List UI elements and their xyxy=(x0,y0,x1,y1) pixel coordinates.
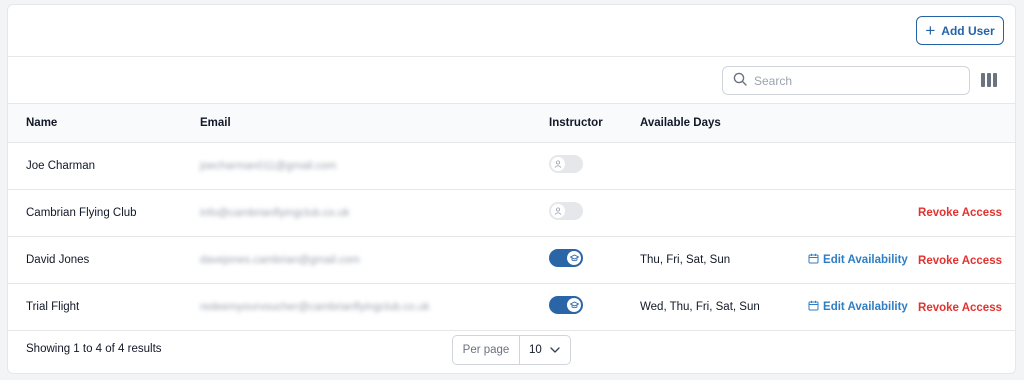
user-email: info@cambrianflyingclub.co.uk xyxy=(200,206,350,219)
user-email: davejones.cambrian@gmail.com xyxy=(200,253,360,266)
instructor-toggle[interactable] xyxy=(549,155,583,173)
column-header-instructor[interactable]: Instructor xyxy=(549,104,640,143)
revoke-access-link[interactable]: Revoke Access xyxy=(918,207,1002,219)
edit-availability-link[interactable]: Edit Availability xyxy=(808,300,908,314)
per-page-value: 10 xyxy=(529,344,542,356)
instructor-toggle[interactable] xyxy=(549,202,583,220)
column-header-name[interactable]: Name xyxy=(8,104,200,143)
table-row: Cambrian Flying Club info@cambrianflying… xyxy=(8,189,1015,236)
user-name: David Jones xyxy=(26,253,90,266)
calendar-icon xyxy=(808,253,819,267)
edit-availability-label: Edit Availability xyxy=(823,300,908,313)
user-name: Trial Flight xyxy=(26,300,80,313)
table-footer: Showing 1 to 4 of 4 results Per page 10 xyxy=(8,327,1015,373)
table-row: Joe Charman joecharman011@gmail.com xyxy=(8,142,1015,189)
chevron-down-icon xyxy=(550,344,560,356)
row-actions xyxy=(790,142,1015,189)
users-panel: + Add User Name Email Instructor Availab… xyxy=(7,4,1016,374)
user-name: Joe Charman xyxy=(26,159,96,172)
user-email: joecharman011@gmail.com xyxy=(200,159,337,172)
edit-availability-label: Edit Availability xyxy=(823,253,908,266)
add-user-button[interactable]: + Add User xyxy=(916,16,1004,45)
available-days: Wed, Thu, Fri, Sat, Sun xyxy=(640,300,760,313)
row-actions: Edit Availability Revoke Access xyxy=(790,236,1015,283)
row-actions: Revoke Access xyxy=(790,189,1015,236)
user-icon xyxy=(551,204,565,218)
per-page-label: Per page xyxy=(453,336,520,364)
available-days xyxy=(640,189,790,236)
table-row: David Jones davejones.cambrian@gmail.com… xyxy=(8,236,1015,283)
calendar-icon xyxy=(808,300,819,314)
search-box[interactable] xyxy=(722,66,970,95)
table-row: Trial Flight redeemyourvoucher@cambrianf… xyxy=(8,283,1015,330)
search-input[interactable] xyxy=(754,73,954,88)
table-toolbar xyxy=(8,57,1015,104)
user-email: redeemyourvoucher@cambrianflyingclub.co.… xyxy=(200,300,430,313)
column-header-email[interactable]: Email xyxy=(200,104,549,143)
available-days xyxy=(640,142,790,189)
per-page-control: Per page 10 xyxy=(452,335,571,365)
column-header-available-days[interactable]: Available Days xyxy=(640,104,790,143)
search-icon xyxy=(733,72,747,89)
row-actions: Edit Availability Revoke Access xyxy=(790,283,1015,330)
plus-icon: + xyxy=(925,21,936,40)
graduation-cap-icon xyxy=(567,298,581,312)
available-days: Thu, Fri, Sat, Sun xyxy=(640,253,731,266)
users-table: Name Email Instructor Available Days Joe… xyxy=(8,104,1015,331)
user-name: Cambrian Flying Club xyxy=(26,206,137,219)
column-header-actions xyxy=(790,104,1015,143)
table-header-row: Name Email Instructor Available Days xyxy=(8,104,1015,143)
revoke-access-link[interactable]: Revoke Access xyxy=(918,255,1002,267)
instructor-toggle[interactable] xyxy=(549,296,583,314)
columns-icon[interactable] xyxy=(981,73,997,87)
per-page-select[interactable]: 10 xyxy=(520,336,570,364)
top-bar: + Add User xyxy=(8,5,1015,57)
user-icon xyxy=(551,157,565,171)
instructor-toggle[interactable] xyxy=(549,249,583,267)
revoke-access-link[interactable]: Revoke Access xyxy=(918,302,1002,314)
add-user-label: Add User xyxy=(941,23,995,38)
graduation-cap-icon xyxy=(567,251,581,265)
results-summary: Showing 1 to 4 of 4 results xyxy=(26,343,162,355)
edit-availability-link[interactable]: Edit Availability xyxy=(808,253,908,267)
